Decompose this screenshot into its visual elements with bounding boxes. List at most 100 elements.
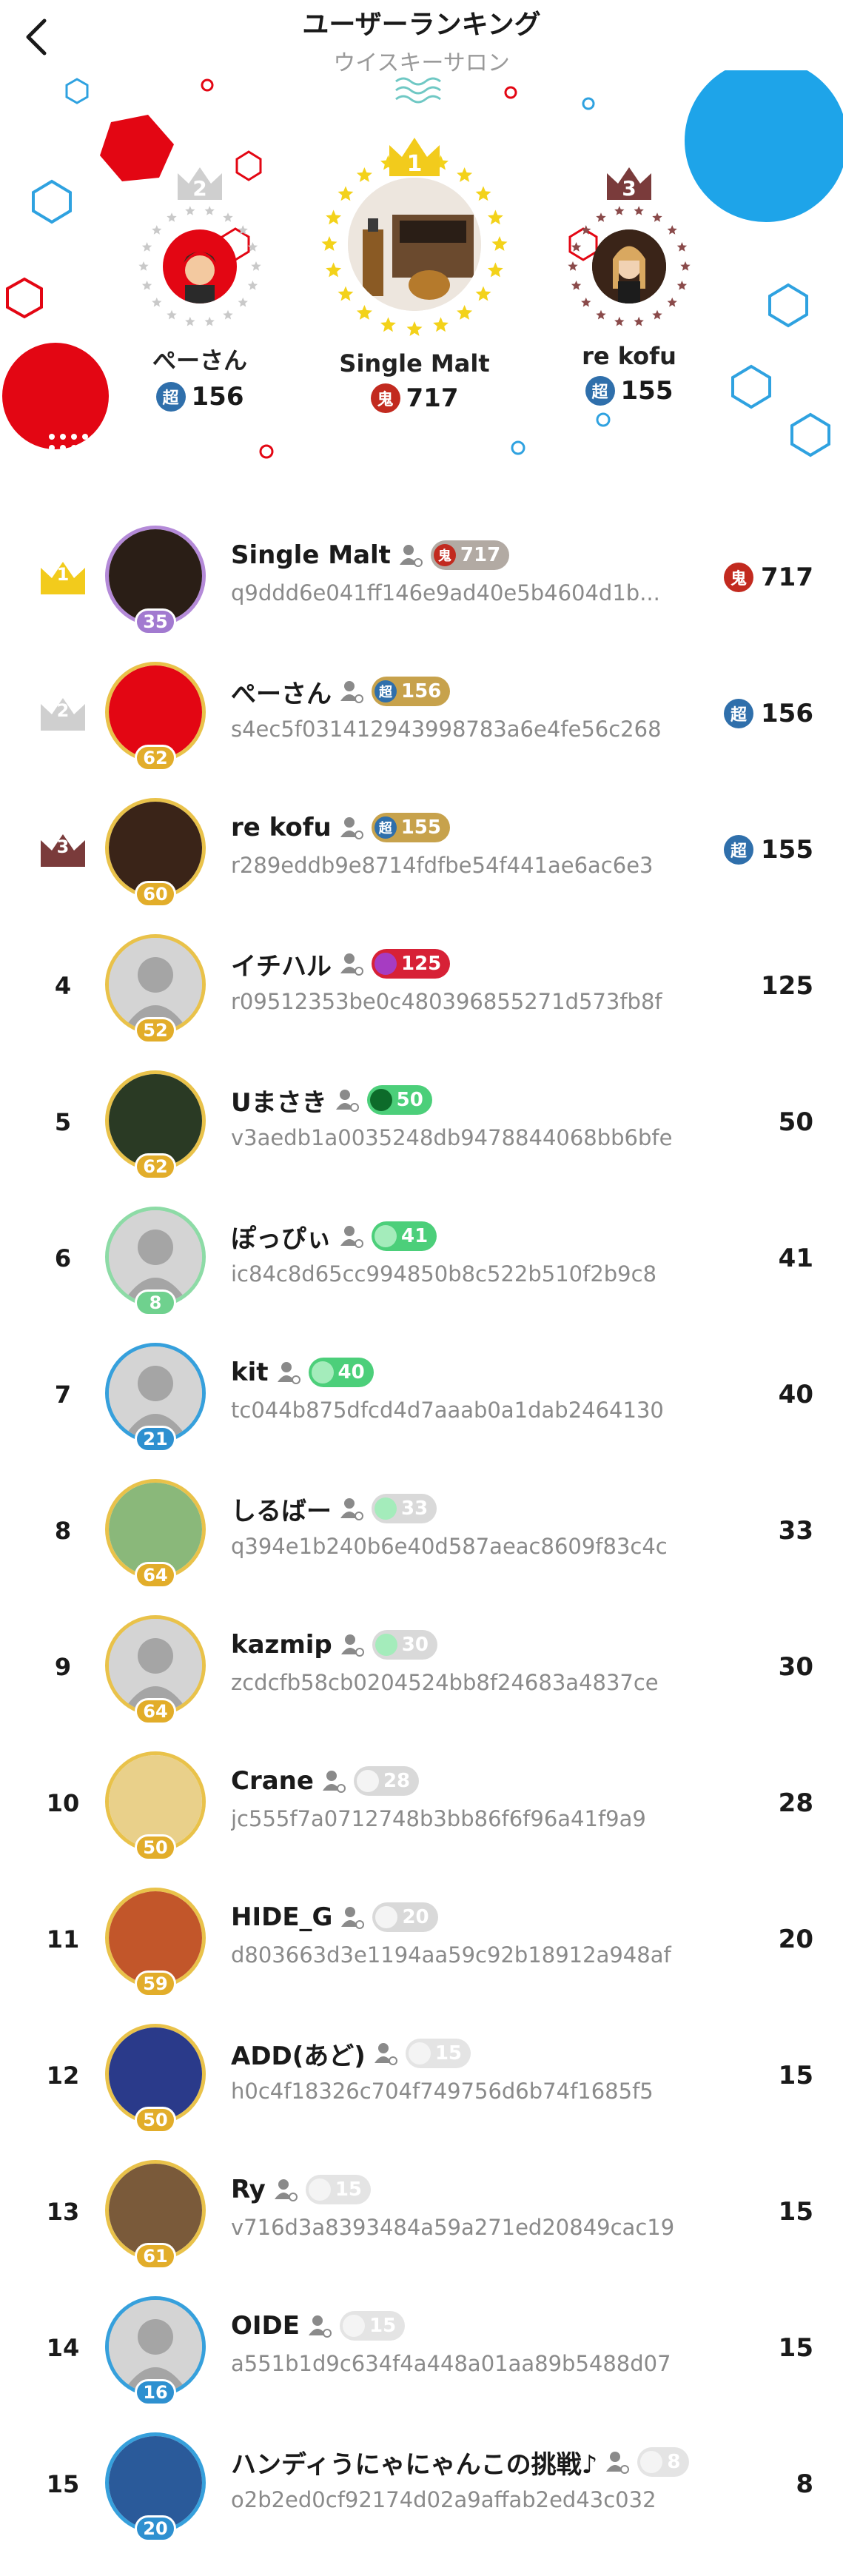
person-icon: [341, 1907, 365, 1929]
user-avatar[interactable]: 20: [105, 2432, 206, 2543]
chip-badge-icon: [311, 1361, 334, 1383]
ring-star: [337, 286, 354, 301]
podium-second-name: ぺーさん: [152, 346, 247, 375]
user-avatar[interactable]: 50: [105, 1751, 206, 1862]
ring-star: [141, 242, 152, 252]
ring-star: [571, 281, 582, 290]
rank-indicator: 7: [54, 1381, 72, 1409]
rank-indicator: 13: [46, 2198, 80, 2226]
user-avatar[interactable]: 60: [105, 798, 206, 909]
user-score: 40: [778, 1380, 813, 1409]
rank-indicator: 15: [46, 2470, 80, 2498]
ranking-row[interactable]: 1 35 Single Malt 鬼 717 q9ddd6e041ff146e9ad40e…: [0, 511, 843, 647]
user-name: Ry: [231, 2175, 266, 2204]
ranking-row[interactable]: 5 62 Uまさき 50 v3aedb1a0035248db9478844068bb6b…: [0, 1056, 843, 1192]
ring-star: [676, 242, 688, 252]
user-avatar[interactable]: 61: [105, 2160, 206, 2271]
user-score: 超 156: [724, 691, 813, 736]
ring-star: [223, 309, 233, 320]
user-avatar[interactable]: 62: [105, 1070, 206, 1181]
rank-indicator: 10: [46, 1789, 80, 1817]
ranking-row[interactable]: 15 20 ハンディうにゃにゃんこの挑戦♪ 8 o2b2ed0cf92174d02a9a…: [0, 2418, 843, 2554]
svg-text:2: 2: [192, 176, 206, 201]
level-badge: 21: [135, 1426, 176, 1452]
ring-star: [457, 167, 473, 182]
user-avatar[interactable]: 62: [105, 662, 206, 773]
ranking-row[interactable]: 11 59 HIDE_G 20 d803663d3e1194aa59c92b18912a…: [0, 1873, 843, 2009]
ring-star: [652, 309, 662, 320]
podium-first[interactable]: 1 Single Malt 鬼 717: [318, 138, 511, 413]
ring-star: [568, 261, 578, 271]
ring-star: [141, 281, 152, 290]
person-icon: [322, 1771, 346, 1793]
level-badge: 52: [135, 1017, 176, 1044]
user-name: Uまさき: [231, 1087, 327, 1118]
ring-star: [491, 236, 508, 251]
ring-star: [596, 309, 606, 320]
point-chip: 40: [308, 1358, 374, 1387]
user-avatar[interactable]: 59: [105, 1888, 206, 1999]
user-score: 15: [778, 2061, 813, 2090]
person-icon: [309, 2315, 332, 2338]
ring-star: [238, 225, 248, 235]
ring-star: [337, 186, 354, 201]
user-avatar[interactable]: 64: [105, 1615, 206, 1726]
level-badge: 60: [135, 881, 176, 908]
user-name: ぺーさん: [231, 679, 332, 709]
chip-badge-icon: 鬼: [433, 544, 456, 566]
user-avatar[interactable]: 16: [105, 2296, 206, 2407]
ranking-row[interactable]: 3 60 re kofu 超 155 r289eddb9e8714fdfbe54f441a…: [0, 783, 843, 919]
user-name: しるばー: [231, 1496, 332, 1526]
person-icon: [340, 817, 363, 839]
user-name: re kofu: [231, 813, 332, 842]
podium-second-score: 超 156: [126, 382, 274, 412]
ring-star: [652, 212, 662, 222]
ranking-row[interactable]: 7 21 kit 40 tc044b875dfcd4d7aaab0a1dab246413…: [0, 1328, 843, 1464]
point-chip: 125: [372, 949, 451, 979]
ranking-row[interactable]: 2 62 ぺーさん 超 156 s4ec5f031412943998783a6e4fe56…: [0, 647, 843, 783]
ranking-row[interactable]: 9 64 kazmip 30 zcdcfb58cb0204524bb8f24683a48…: [0, 1600, 843, 1737]
user-avatar[interactable]: 52: [105, 934, 206, 1045]
chip-badge-icon: [308, 2178, 331, 2201]
user-score: 超 155: [724, 828, 813, 872]
ranking-row[interactable]: 10 50 Crane 28 jc555f7a0712748b3bb86f6f96a41…: [0, 1737, 843, 1873]
ring-star: [380, 317, 396, 332]
ring-star: [204, 206, 215, 215]
user-avatar[interactable]: 35: [105, 526, 206, 637]
ring-star: [634, 206, 644, 215]
point-chip: 41: [372, 1221, 437, 1251]
user-id: d803663d3e1194aa59c92b18912a948af: [231, 1942, 671, 1968]
user-info: しるばー 33 q394e1b240b6e40d587aeac8609f83c4c: [231, 1491, 705, 1559]
level-badge: 64: [135, 1698, 176, 1725]
user-avatar[interactable]: 21: [105, 1343, 206, 1454]
ring-star: [457, 305, 473, 320]
ring-star: [487, 262, 503, 278]
user-id: q9ddd6e041ff146e9ad40e5b4604d1b...: [231, 580, 660, 606]
user-avatar[interactable]: 8: [105, 1207, 206, 1318]
ranking-row[interactable]: 14 16 OIDE 15 a551b1d9c634f4a448a01aa89b5488…: [0, 2281, 843, 2418]
ranking-row[interactable]: 12 50 ADD(あど) 15 h0c4f18326c704f749756d6b74f…: [0, 2009, 843, 2145]
chip-badge-icon: [375, 1906, 398, 1928]
level-badge: 62: [135, 1153, 176, 1180]
podium-second[interactable]: 2 ぺーさん 超 156: [126, 167, 274, 412]
user-info: ADD(あど) 15 h0c4f18326c704f749756d6b74f1685…: [231, 2036, 705, 2104]
user-info: ぽっぴぃ 41 ic84c8d65cc994850b8c522b510f2b9c8: [231, 1218, 705, 1287]
user-avatar[interactable]: 50: [105, 2024, 206, 2135]
score-badge-icon: 超: [724, 835, 754, 865]
ranking-row[interactable]: 8 64 しるばー 33 q394e1b240b6e40d587aeac8609f83c…: [0, 1464, 843, 1600]
ranking-row[interactable]: 6 8 ぽっぴぃ 41 ic84c8d65cc994850b8c522b510f2b9c…: [0, 1192, 843, 1328]
user-info: kit 40 tc044b875dfcd4d7aaab0a1dab2464130: [231, 1355, 705, 1423]
chip-badge-icon: [369, 1089, 392, 1111]
user-avatar[interactable]: 64: [105, 1479, 206, 1590]
rank-indicator: 6: [54, 1244, 72, 1272]
podium-third[interactable]: 3 re kofu 超 155: [555, 167, 703, 406]
user-info: ハンディうにゃにゃんこの挑戦♪ 8 o2b2ed0cf92174d02a9affab…: [231, 2444, 705, 2512]
user-info: HIDE_G 20 d803663d3e1194aa59c92b18912a948a…: [231, 1899, 705, 1968]
user-name: HIDE_G: [231, 1902, 333, 1932]
person-icon: [606, 2452, 630, 2474]
ranking-row[interactable]: 13 61 Ry 15 v716d3a8393484a59a271ed20849cac1…: [0, 2145, 843, 2281]
rank-indicator: 8: [54, 1517, 72, 1545]
user-score: 33: [778, 1516, 813, 1546]
ranking-row[interactable]: 4 52 イチハル 125 r09512353be0c480396855271d573f…: [0, 919, 843, 1056]
point-chip: 8: [637, 2447, 690, 2477]
